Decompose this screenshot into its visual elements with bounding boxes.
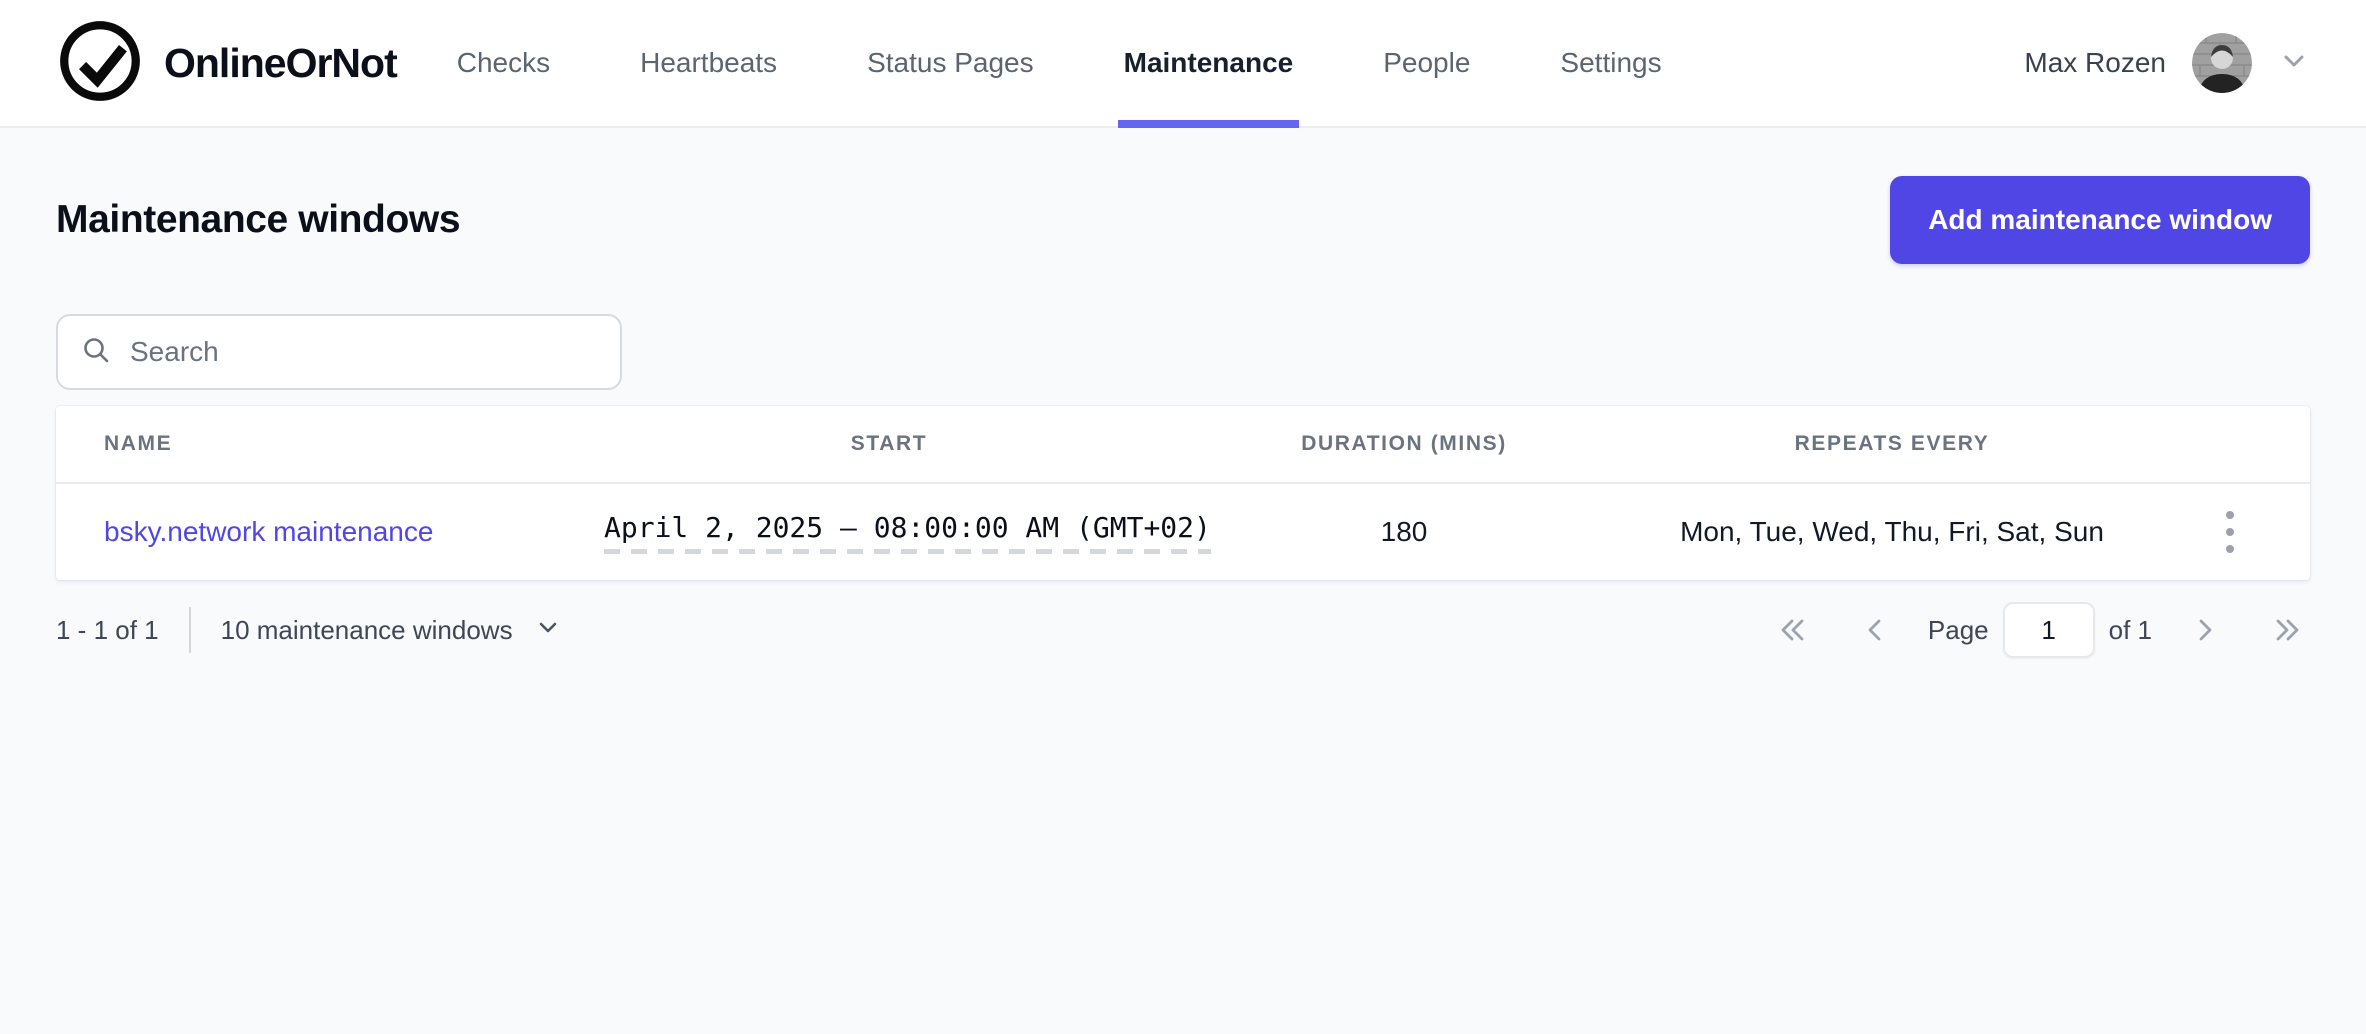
chevron-down-icon (2278, 45, 2310, 82)
column-header-start: Start (604, 432, 1174, 456)
page-title-row: Maintenance windows Add maintenance wind… (56, 176, 2310, 264)
nav-item-checks[interactable]: Checks (451, 0, 556, 126)
last-page-button[interactable] (2264, 609, 2310, 651)
repeats-cell: Mon, Tue, Wed, Thu, Fri, Sat, Sun (1634, 516, 2150, 548)
kebab-dot (2226, 545, 2234, 553)
maintenance-windows-table: Name Start Duration (mins) Repeats every… (56, 406, 2310, 580)
column-header-duration: Duration (mins) (1174, 432, 1634, 456)
page-size-label: 10 maintenance windows (221, 615, 513, 646)
pagination-controls: Page of 1 (1770, 602, 2310, 658)
kebab-dot (2226, 528, 2234, 536)
user-name: Max Rozen (2024, 47, 2166, 79)
chevron-down-icon (535, 614, 561, 647)
logo-checkmark-icon (56, 17, 144, 110)
brand-logo[interactable]: OnlineOrNot (56, 17, 397, 110)
table-header-row: Name Start Duration (mins) Repeats every (56, 406, 2310, 482)
search-box[interactable] (56, 314, 622, 390)
row-actions-kebab-menu[interactable] (2210, 499, 2250, 565)
start-time-cell: April 2, 2025 – 08:00:00 AM (GMT+02) (604, 511, 1174, 554)
nav-item-maintenance[interactable]: Maintenance (1118, 0, 1300, 126)
nav-item-heartbeats[interactable]: Heartbeats (634, 0, 783, 126)
maintenance-name-link[interactable]: bsky.network maintenance (104, 516, 433, 547)
top-navigation-bar: OnlineOrNot Checks Heartbeats Status Pag… (0, 0, 2366, 128)
page-word: Page (1928, 615, 1989, 646)
search-icon (80, 334, 112, 371)
next-page-button[interactable] (2186, 609, 2224, 651)
row-actions-cell (2150, 499, 2310, 565)
main-content: Maintenance windows Add maintenance wind… (0, 176, 2366, 658)
start-time-value[interactable]: April 2, 2025 – 08:00:00 AM (GMT+02) (604, 511, 1211, 554)
nav-item-status-pages[interactable]: Status Pages (861, 0, 1040, 126)
page-number-input[interactable] (2003, 602, 2095, 658)
maintenance-name-cell: bsky.network maintenance (56, 516, 604, 548)
of-label: of 1 (2109, 615, 2152, 646)
first-page-button[interactable] (1770, 609, 1816, 651)
table-row: bsky.network maintenance April 2, 2025 –… (56, 482, 2310, 580)
page-size-select[interactable]: 10 maintenance windows (221, 614, 561, 647)
brand-name: OnlineOrNot (164, 40, 397, 87)
page-title: Maintenance windows (56, 198, 460, 242)
column-header-repeats: Repeats every (1634, 432, 2150, 456)
duration-cell: 180 (1174, 516, 1634, 548)
add-maintenance-window-button[interactable]: Add maintenance window (1890, 176, 2310, 264)
divider (189, 607, 191, 653)
search-input[interactable] (130, 336, 598, 368)
kebab-dot (2226, 511, 2234, 519)
pagination-bar: 1 - 1 of 1 10 maintenance windows (56, 602, 2310, 658)
nav-item-settings[interactable]: Settings (1554, 0, 1667, 126)
main-nav: Checks Heartbeats Status Pages Maintenan… (451, 0, 1668, 126)
avatar (2192, 33, 2252, 93)
nav-item-people[interactable]: People (1377, 0, 1476, 126)
user-menu[interactable]: Max Rozen (2024, 33, 2310, 93)
range-label: 1 - 1 of 1 (56, 615, 159, 646)
pagination-summary: 1 - 1 of 1 10 maintenance windows (56, 607, 561, 653)
column-header-name: Name (56, 432, 604, 456)
previous-page-button[interactable] (1856, 609, 1894, 651)
